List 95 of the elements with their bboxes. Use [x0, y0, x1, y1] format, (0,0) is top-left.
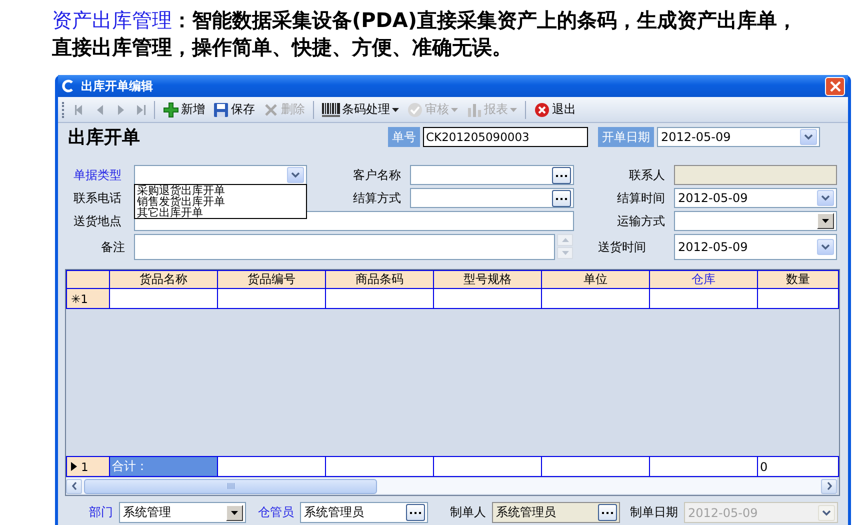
- text-field[interactable]: [674, 165, 837, 185]
- dropdown-field[interactable]: 系统管理: [119, 502, 246, 523]
- table-cell[interactable]: [758, 289, 838, 308]
- column-header[interactable]: 货品编号: [218, 271, 325, 288]
- ellipsis-icon: [556, 174, 567, 176]
- chevron-right-icon: [826, 482, 832, 490]
- table-cell[interactable]: [434, 289, 541, 308]
- close-button[interactable]: [825, 76, 845, 96]
- browse-button[interactable]: [406, 504, 425, 521]
- barcode-icon: [322, 102, 340, 116]
- field-label: 送货时间: [598, 238, 646, 256]
- scrollbar-thumb[interactable]: [84, 478, 377, 494]
- field-label: 单号: [388, 127, 420, 147]
- toolbar-button[interactable]: 保存: [210, 98, 258, 120]
- chevron-down-icon: [821, 195, 830, 201]
- dropdown-field[interactable]: [674, 211, 837, 231]
- field-label: 客户名称: [353, 166, 401, 184]
- field-label: 运输方式: [617, 212, 665, 230]
- caret-down-icon: [822, 219, 829, 223]
- chevron-down-icon: [804, 134, 813, 140]
- memo-field[interactable]: [134, 234, 555, 260]
- ellipsis-icon: [602, 511, 613, 514]
- field-label: 联系电话: [74, 190, 122, 206]
- column-header[interactable]: 商品条码: [326, 271, 433, 288]
- field-label: 开单日期: [598, 127, 654, 147]
- column-header[interactable]: 货品名称: [110, 271, 217, 288]
- toolbar-button[interactable]: 新增: [160, 98, 208, 120]
- dropdown-option[interactable]: 其它出库开单: [137, 207, 304, 218]
- column-header[interactable]: 数量: [758, 271, 838, 288]
- table-cell[interactable]: [326, 289, 433, 308]
- table-cell[interactable]: [542, 289, 649, 308]
- toolbar-button[interactable]: 条码处理: [319, 98, 402, 120]
- intro-paragraph: 资产出库管理：智能数据采集设备(PDA)直接采集资产上的条码，生成资产出库单， 直接出库管理，操作简单、快捷、方便、准确无误。: [52, 7, 798, 61]
- lookup-field[interactable]: [410, 165, 574, 185]
- field-label: 制单日期: [630, 504, 678, 521]
- chevron-up-icon: [562, 238, 568, 242]
- window-title: 出库开单编辑: [81, 78, 153, 94]
- dropdown-field[interactable]: 2012-05-09: [674, 188, 837, 208]
- cross-icon: [263, 102, 279, 118]
- scroll-right-button[interactable]: [821, 478, 837, 494]
- field-label: 结算时间: [617, 190, 665, 206]
- column-header[interactable]: 仓库: [650, 271, 757, 288]
- toolbar-button[interactable]: 退出: [531, 98, 579, 120]
- chevron-down-icon: [822, 510, 831, 516]
- horizontal-scrollbar[interactable]: [66, 478, 837, 494]
- ellipsis-icon: [410, 511, 421, 514]
- field-label: 仓管员: [258, 504, 294, 521]
- row-number: 1: [81, 460, 88, 474]
- dropdown-option[interactable]: 销售发货出库开单: [137, 196, 304, 207]
- dropdown-field[interactable]: 2012-05-09: [657, 127, 820, 147]
- chevron-left-icon: [72, 482, 76, 490]
- close-circle-icon: [534, 102, 550, 118]
- field-label: 单据类型: [74, 166, 122, 184]
- caret-down-icon: [392, 108, 399, 112]
- field-label: 结算方式: [353, 190, 401, 206]
- chevron-down-icon: [821, 244, 830, 250]
- dropdown-option[interactable]: 采购退货出库开单: [137, 185, 304, 196]
- field-label: 部门: [89, 504, 113, 521]
- field-label: 联系人: [629, 166, 665, 184]
- caret-down-icon: [510, 108, 517, 112]
- grip-icon: [226, 483, 234, 489]
- column-header[interactable]: 型号规格: [434, 271, 541, 288]
- grid-corner: [67, 271, 109, 288]
- app-icon: [61, 79, 75, 93]
- chevron-down-icon: [291, 172, 300, 178]
- table-cell[interactable]: [218, 289, 325, 308]
- current-row-icon: [71, 462, 77, 471]
- ellipsis-icon: [556, 196, 567, 200]
- number-field[interactable]: CK201205090003: [423, 127, 588, 147]
- lookup-field[interactable]: 系统管理员: [300, 502, 428, 523]
- plus-icon: [163, 102, 179, 118]
- field-label: 送货地点: [74, 212, 122, 230]
- browse-button[interactable]: [598, 504, 617, 521]
- table-cell[interactable]: [110, 289, 217, 308]
- form-title: 出库开单: [68, 126, 141, 149]
- chart-icon: [466, 102, 482, 118]
- field-label: 制单人: [450, 504, 486, 521]
- check-icon: [407, 102, 423, 118]
- dropdown-field[interactable]: 2012-05-09: [674, 234, 837, 260]
- total-label: 合计：: [110, 457, 217, 476]
- column-header[interactable]: 单位: [542, 271, 649, 288]
- dropdown-field[interactable]: [134, 165, 307, 185]
- table-cell: 0: [758, 457, 838, 476]
- browse-button[interactable]: [552, 190, 571, 206]
- browse-button[interactable]: [552, 166, 571, 184]
- close-icon: [830, 80, 840, 92]
- scroll-left-button[interactable]: [66, 478, 82, 494]
- chevron-down-icon: [562, 251, 568, 255]
- field-label: 备注: [101, 238, 125, 256]
- row-header: ✳1: [67, 289, 109, 308]
- caret-down-icon: [451, 108, 458, 112]
- lookup-field[interactable]: [410, 188, 574, 208]
- caret-down-icon: [231, 510, 238, 514]
- lookup-field[interactable]: 系统管理员: [492, 502, 620, 523]
- table-cell[interactable]: [650, 289, 757, 308]
